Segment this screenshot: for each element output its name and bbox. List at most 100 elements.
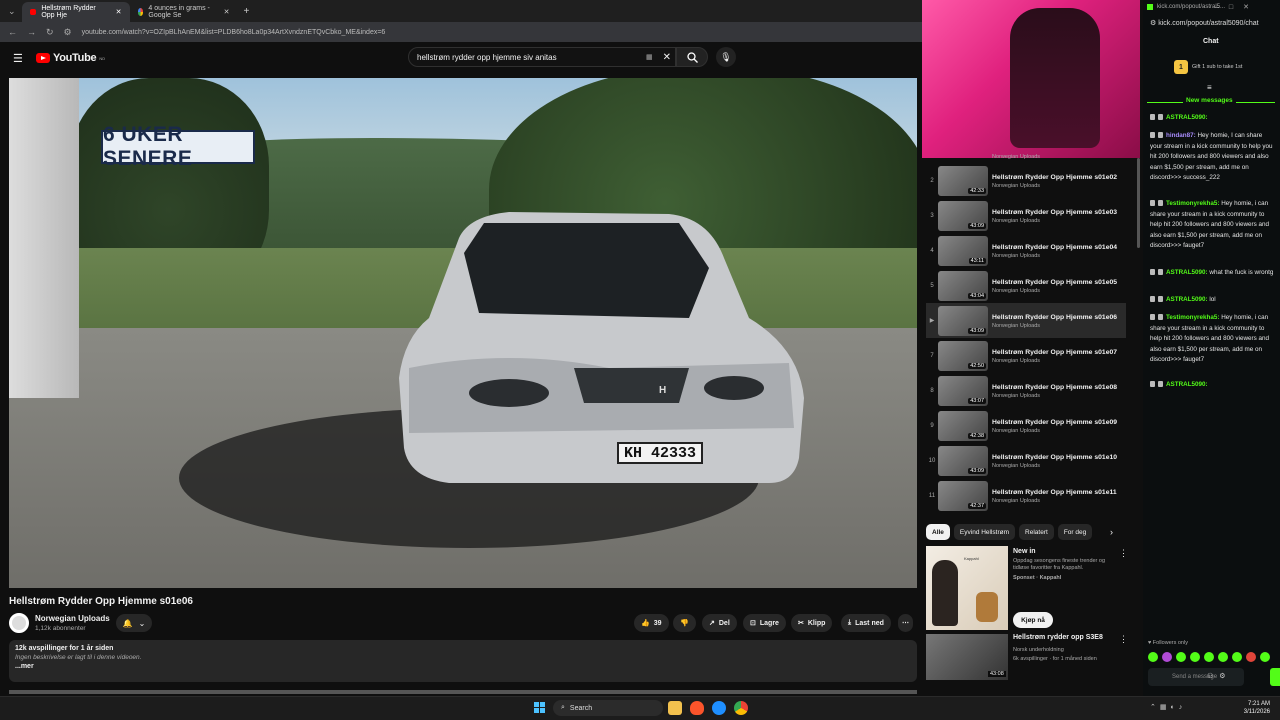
channel-avatar[interactable] bbox=[9, 613, 29, 633]
playlist-title[interactable]: Hellstrøm Rydder Opp Hjemme s01e07 bbox=[992, 348, 1117, 357]
more-vert-icon[interactable]: ⋮ bbox=[1119, 548, 1128, 559]
emote-bar[interactable] bbox=[1148, 652, 1270, 662]
channel-name[interactable]: Norwegian Uploads bbox=[35, 614, 110, 623]
playlist-title[interactable]: Hellstrøm Rydder Opp Hjemme s01e10 bbox=[992, 453, 1117, 462]
playlist-title[interactable]: Hellstrøm Rydder Opp Hjemme s01e03 bbox=[992, 208, 1117, 217]
search-input[interactable]: hellstrøm rydder opp hjemme siv anitas ▦… bbox=[408, 47, 676, 67]
emote-icon[interactable] bbox=[1246, 652, 1256, 662]
recommended-channel[interactable]: Norsk underholdning bbox=[1013, 647, 1064, 653]
playlist-title[interactable]: Hellstrøm Rydder Opp Hjemme s01e09 bbox=[992, 418, 1117, 427]
playlist-thumbnail[interactable]: 42:50 bbox=[938, 340, 988, 371]
keyboard-icon[interactable]: ▦ bbox=[646, 53, 653, 61]
playlist-item[interactable]: 3 43:09 Hellstrøm Rydder Opp Hjemme s01e03… bbox=[926, 198, 1126, 233]
chat-username[interactable]: Testimonyrekha5: bbox=[1166, 200, 1219, 207]
chat-username[interactable]: ASTRAL5090: bbox=[1166, 114, 1208, 121]
chip-for-you[interactable]: For deg bbox=[1057, 524, 1093, 540]
emote-icon[interactable] bbox=[1176, 652, 1186, 662]
more-actions-button[interactable]: ⋯ bbox=[898, 614, 913, 632]
playlist-title[interactable]: Hellstrøm Rydder Opp Hjemme s01e02 bbox=[992, 173, 1117, 182]
youtube-logo[interactable]: YouTube NO bbox=[36, 52, 105, 64]
window-controls[interactable]: –□✕ bbox=[1215, 3, 1259, 11]
chat-username[interactable]: hindan87: bbox=[1166, 132, 1196, 139]
hamburger-menu-icon[interactable]: ☰ bbox=[13, 52, 23, 65]
url-text[interactable]: youtube.com/watch?v=OZIpBLhAnEM&list=PLD… bbox=[82, 29, 386, 36]
chevron-right-icon[interactable]: › bbox=[1110, 527, 1113, 537]
emote-icon[interactable] bbox=[1260, 652, 1270, 662]
playlist-item[interactable]: 11 42:37 Hellstrøm Rydder Opp Hjemme s01e1… bbox=[926, 478, 1126, 513]
playlist-title[interactable]: Hellstrøm Rydder Opp Hjemme s01e05 bbox=[992, 278, 1117, 287]
chat-username[interactable]: ASTRAL5090: bbox=[1166, 269, 1208, 276]
playlist-channel[interactable]: Norwegian Uploads bbox=[992, 498, 1117, 504]
playlist-thumbnail[interactable]: 43:09 bbox=[938, 200, 988, 231]
playlist-title[interactable]: Hellstrøm Rydder Opp Hjemme s01e06 bbox=[992, 313, 1117, 322]
close-tab-icon[interactable]: ✕ bbox=[116, 8, 122, 16]
ad-title[interactable]: New in bbox=[1013, 548, 1036, 555]
playlist-channel[interactable]: Norwegian Uploads bbox=[992, 428, 1117, 434]
playlist-channel[interactable]: Norwegian Uploads bbox=[992, 358, 1117, 364]
playlist-thumbnail[interactable]: 42:37 bbox=[938, 480, 988, 511]
taskbar-search[interactable]: ⌕ Search bbox=[553, 700, 663, 716]
playlist-thumbnail[interactable]: 43:11 bbox=[938, 235, 988, 266]
emote-icon[interactable] bbox=[1232, 652, 1242, 662]
playlist-channel[interactable]: Norwegian Uploads bbox=[992, 393, 1117, 399]
gift-badge[interactable]: 1 bbox=[1174, 60, 1188, 74]
kick-tab[interactable]: kick.com/popout/astral5... bbox=[1147, 4, 1225, 10]
emote-icon[interactable] bbox=[1148, 652, 1158, 662]
reload-icon[interactable]: ↻ bbox=[46, 27, 54, 38]
clock[interactable]: 7:21 AM 3/11/2026 bbox=[1238, 700, 1270, 716]
save-button[interactable]: ⊡ Lagre bbox=[743, 614, 786, 632]
chrome-icon[interactable] bbox=[734, 701, 748, 715]
chat-username[interactable]: ASTRAL5090: bbox=[1166, 381, 1208, 388]
share-button[interactable]: ↗ Del bbox=[702, 614, 737, 632]
playlist-channel[interactable]: Norwegian Uploads bbox=[992, 253, 1117, 259]
chat-username[interactable]: Testimonyrekha5: bbox=[1166, 314, 1219, 321]
filter-icon[interactable]: ≡ bbox=[1207, 83, 1212, 92]
playlist-scrollbar[interactable] bbox=[1137, 158, 1140, 248]
send-chat-button[interactable] bbox=[1270, 668, 1280, 686]
playlist-channel[interactable]: Norwegian Uploads bbox=[992, 323, 1117, 329]
brave-browser-icon[interactable] bbox=[690, 701, 704, 715]
playlist-title[interactable]: Hellstrøm Rydder Opp Hjemme s01e11 bbox=[992, 488, 1117, 497]
tab-search-icon[interactable]: ⌄ bbox=[8, 6, 16, 17]
emote-icon[interactable] bbox=[1218, 652, 1228, 662]
back-icon[interactable]: ← bbox=[8, 27, 17, 37]
voice-search-button[interactable]: 🎙 bbox=[716, 47, 736, 67]
download-button[interactable]: ⤓ Last ned bbox=[841, 614, 891, 632]
playlist-thumbnail[interactable]: 43:09 bbox=[938, 445, 988, 476]
playlist-item[interactable]: 10 43:09 Hellstrøm Rydder Opp Hjemme s01e1… bbox=[926, 443, 1126, 478]
playlist-item[interactable]: 2 42:33 Hellstrøm Rydder Opp Hjemme s01e02… bbox=[926, 163, 1126, 198]
chip-all[interactable]: Alle bbox=[926, 524, 950, 540]
ad-buy-button[interactable]: Kjøp nå bbox=[1013, 612, 1053, 628]
tab-youtube[interactable]: Hellstrøm Rydder Opp Hje ✕ bbox=[21, 2, 130, 22]
playlist-item[interactable]: 9 42:38 Hellstrøm Rydder Opp Hjemme s01e09… bbox=[926, 408, 1126, 443]
video-description[interactable]: 12k avspillinger for 1 år siden Ingen be… bbox=[9, 640, 917, 682]
playlist-title[interactable]: Hellstrøm Rydder Opp Hjemme s01e04 bbox=[992, 243, 1117, 252]
playlist-title[interactable]: Hellstrøm Rydder Opp Hjemme s01e08 bbox=[992, 383, 1117, 392]
playlist-thumbnail[interactable]: 42:33 bbox=[938, 165, 988, 196]
chip-eyvind[interactable]: Eyvind Hellstrøm bbox=[953, 524, 1016, 540]
playlist-thumbnail[interactable]: 43:07 bbox=[938, 375, 988, 406]
playlist-channel[interactable]: Norwegian Uploads bbox=[992, 463, 1117, 469]
playlist-item[interactable]: 5 43:04 Hellstrøm Rydder Opp Hjemme s01e05… bbox=[926, 268, 1126, 303]
dislike-button[interactable]: 👎 bbox=[673, 614, 696, 632]
playlist-channel[interactable]: Norwegian Uploads bbox=[992, 218, 1117, 224]
show-more-link[interactable]: ...mer bbox=[15, 663, 911, 670]
playlist-thumbnail[interactable]: 42:38 bbox=[938, 410, 988, 441]
playlist-channel[interactable]: Norwegian Uploads bbox=[992, 288, 1117, 294]
playlist-item[interactable]: 7 42:50 Hellstrøm Rydder Opp Hjemme s01e07… bbox=[926, 338, 1126, 373]
system-tray-icons[interactable]: ⌃▦◐♪ bbox=[1150, 703, 1186, 711]
video-progress-bar[interactable] bbox=[9, 690, 917, 694]
file-explorer-icon[interactable] bbox=[668, 701, 682, 715]
recommended-title[interactable]: Hellstrøm rydder opp S3E8 bbox=[1013, 634, 1103, 641]
more-vert-icon[interactable]: ⋮ bbox=[1119, 634, 1128, 645]
address-bar[interactable]: ← → ↻ ⚙ youtube.com/watch?v=OZIpBLhAnEM&… bbox=[0, 22, 922, 42]
playlist-item[interactable]: 4 43:11 Hellstrøm Rydder Opp Hjemme s01e04… bbox=[926, 233, 1126, 268]
playlist-thumbnail[interactable]: 43:09 bbox=[938, 305, 988, 336]
playlist-item[interactable]: 8 43:07 Hellstrøm Rydder Opp Hjemme s01e08… bbox=[926, 373, 1126, 408]
forward-icon[interactable]: → bbox=[27, 27, 36, 37]
like-button[interactable]: 👍 39 bbox=[634, 614, 669, 632]
chip-related[interactable]: Relatert bbox=[1019, 524, 1054, 540]
search-button[interactable] bbox=[676, 47, 708, 67]
clip-button[interactable]: ✂ Klipp bbox=[791, 614, 833, 632]
new-tab-icon[interactable]: + bbox=[244, 6, 250, 17]
